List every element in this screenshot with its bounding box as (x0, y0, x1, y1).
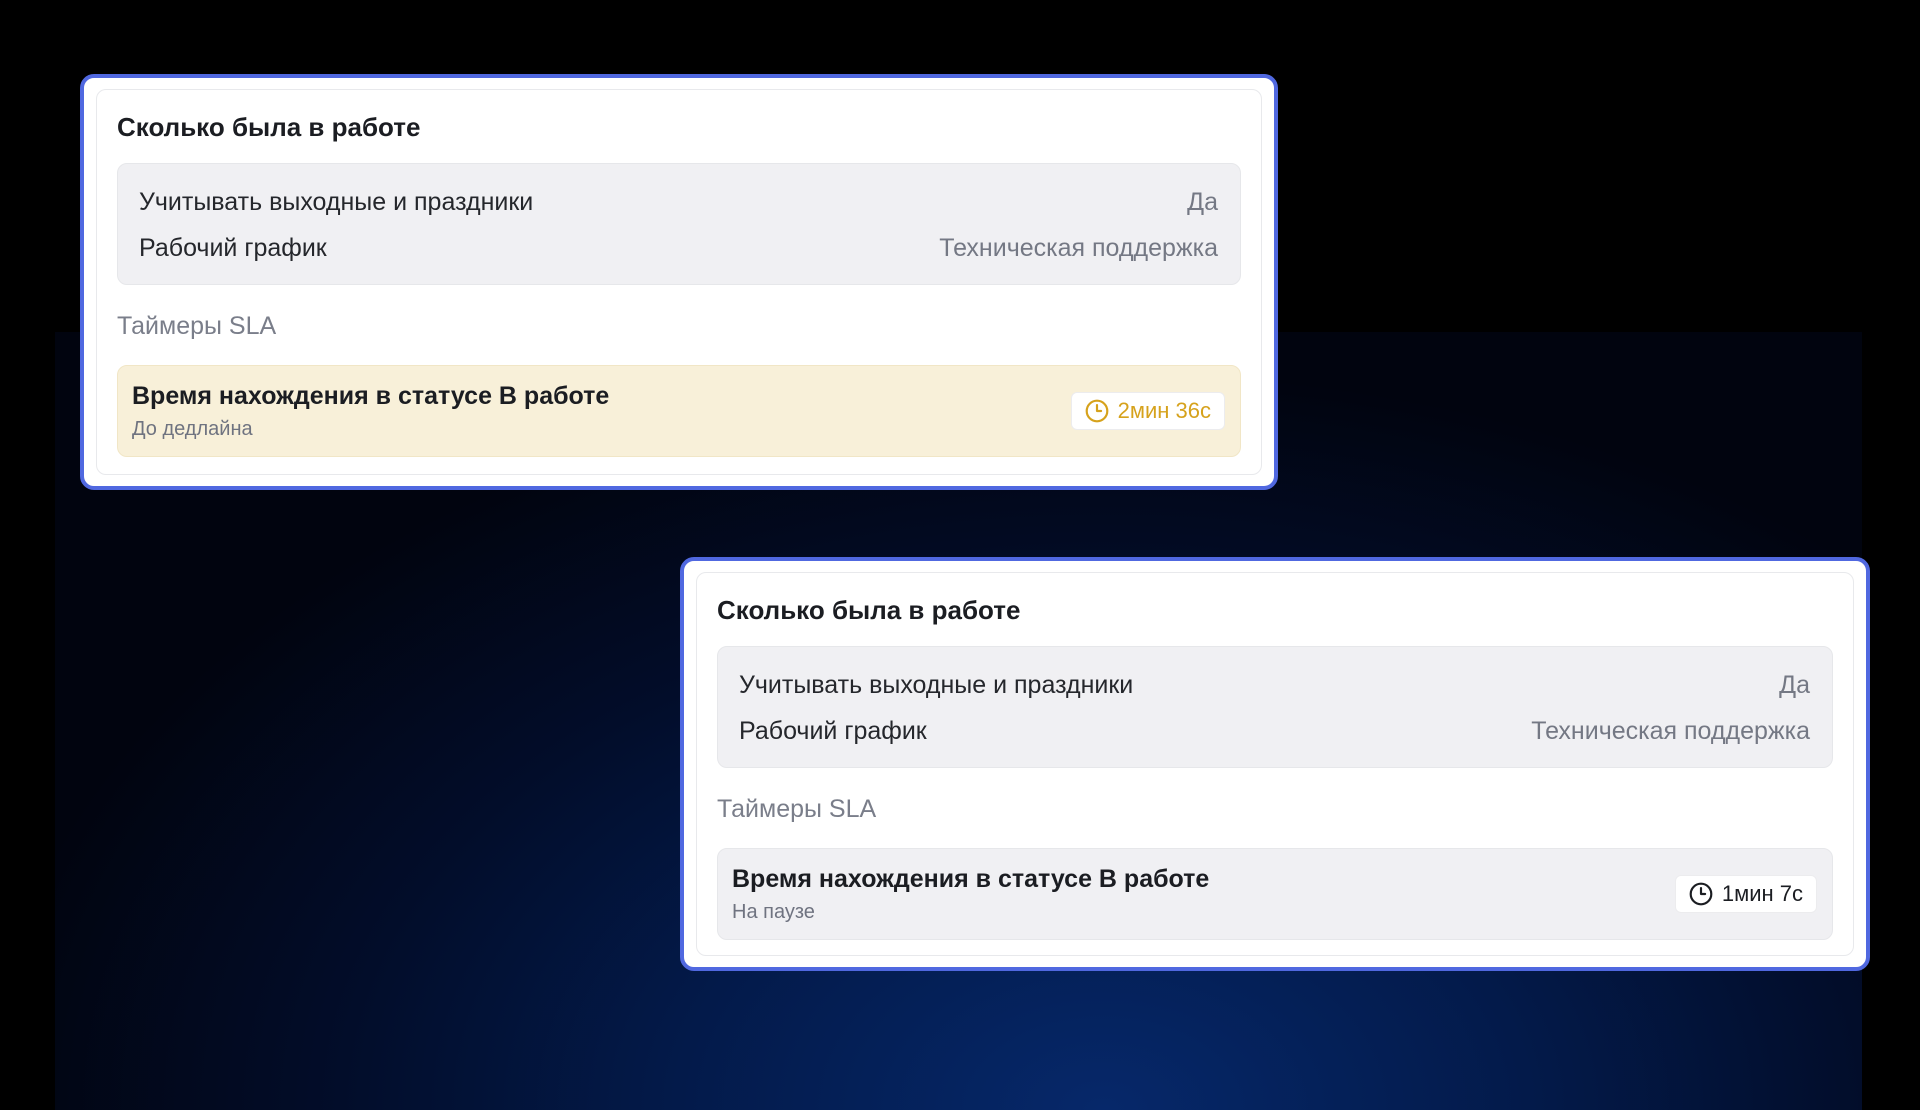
setting-row-holidays: Учитывать выходные и праздники Да (139, 179, 1218, 225)
timer-value: 2мин 36с (1117, 398, 1211, 423)
section-label-sla-timers: Таймеры SLA (717, 795, 877, 823)
sla-timer-status: На паузе (732, 901, 815, 923)
setting-value: Техническая поддержка (1531, 716, 1810, 745)
sla-timer-row[interactable]: Время нахождения в статусе В работе До д… (117, 365, 1241, 457)
setting-label: Учитывать выходные и праздники (139, 187, 534, 216)
setting-label: Рабочий график (139, 233, 327, 262)
section-label-sla-timers: Таймеры SLA (117, 312, 277, 340)
sla-card-active: Сколько была в работе Учитывать выходные… (80, 74, 1278, 490)
timer-badge: 1мин 7с (1674, 875, 1817, 913)
setting-row-holidays: Учитывать выходные и праздники Да (739, 662, 1810, 708)
card-inner: Сколько была в работе Учитывать выходные… (696, 572, 1854, 956)
settings-panel: Учитывать выходные и праздники Да Рабочи… (117, 163, 1241, 285)
sla-timer-row[interactable]: Время нахождения в статусе В работе На п… (717, 848, 1833, 940)
setting-value: Да (1187, 187, 1218, 216)
setting-row-schedule: Рабочий график Техническая поддержка (739, 708, 1810, 754)
sla-timer-name: Время нахождения в статусе В работе (732, 865, 1210, 893)
screenshot-canvas: Сколько была в работе Учитывать выходные… (0, 0, 1920, 1110)
clock-icon (1689, 882, 1713, 906)
setting-row-schedule: Рабочий график Техническая поддержка (139, 225, 1218, 271)
sla-card-paused: Сколько была в работе Учитывать выходные… (680, 557, 1870, 971)
setting-value: Техническая поддержка (939, 233, 1218, 262)
sla-timer-text: Время нахождения в статусе В работе На п… (732, 864, 1209, 924)
card-title: Сколько была в работе (117, 112, 421, 142)
timer-badge: 2мин 36с (1070, 392, 1225, 430)
setting-value: Да (1779, 670, 1810, 699)
card-title: Сколько была в работе (717, 595, 1021, 625)
sla-timer-text: Время нахождения в статусе В работе До д… (132, 381, 609, 441)
card-inner: Сколько была в работе Учитывать выходные… (96, 89, 1262, 475)
setting-label: Учитывать выходные и праздники (739, 670, 1134, 699)
timer-value: 1мин 7с (1721, 881, 1803, 906)
sla-timer-status: До дедлайна (132, 418, 253, 440)
setting-label: Рабочий график (739, 716, 927, 745)
clock-icon (1085, 399, 1108, 423)
sla-timer-name: Время нахождения в статусе В работе (132, 382, 610, 410)
settings-panel: Учитывать выходные и праздники Да Рабочи… (717, 646, 1833, 768)
